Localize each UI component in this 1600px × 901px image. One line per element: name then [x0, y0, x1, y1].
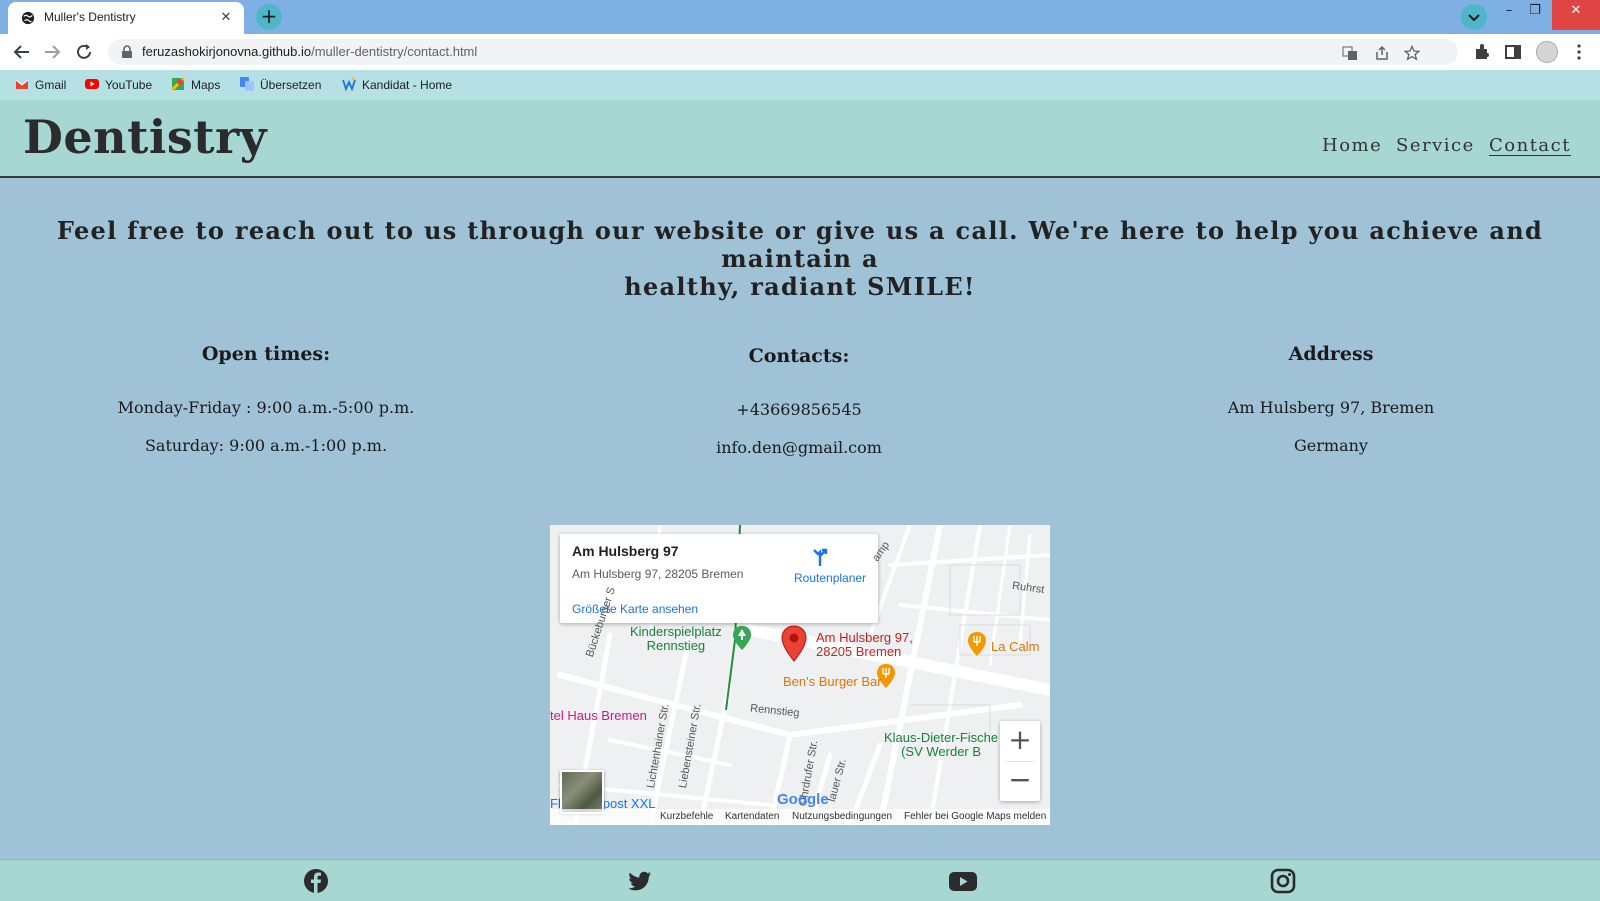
maps-icon [171, 77, 185, 91]
gmail-icon [15, 79, 29, 89]
url-path: /muller-dentistry/contact.html [311, 44, 478, 59]
extensions-icon[interactable] [1473, 43, 1491, 61]
bookmark-label: Maps [191, 78, 221, 92]
larger-map-link[interactable]: Größere Karte ansehen [572, 602, 698, 616]
open-times-heading: Open times: [201, 343, 331, 365]
browser-tab[interactable]: Muller's Dentistry ✕ [8, 2, 244, 34]
keyboard-shortcuts-link[interactable]: Kurzbefehle [660, 811, 713, 822]
contacts-section: Contacts: +43669856545 info.den@gmail.co… [569, 345, 1029, 457]
url-host: feruzashokirjonovna.github.io [142, 44, 312, 59]
new-tab-button[interactable]: + [256, 4, 282, 30]
intro-text: Feel free to reach out to us through our… [40, 217, 1560, 301]
site-logo[interactable]: Dentistry [23, 110, 267, 164]
youtube-icon [85, 79, 99, 89]
poi-hotel[interactable]: tel Haus Bremen [550, 709, 647, 723]
tab-title: Muller's Dentistry [44, 10, 136, 24]
address-section: Address Am Hulsberg 97, Bremen Germany [1101, 343, 1561, 455]
embedded-map[interactable]: Am Hulsberg 97 Am Hulsberg 97, 28205 Bre… [550, 525, 1050, 825]
address-bar[interactable]: feruzashokirjonovna.github.io/muller-den… [108, 39, 1458, 65]
side-panel-icon[interactable] [1504, 43, 1522, 61]
bookmark-label: Kandidat - Home [362, 78, 453, 92]
poi-cafe[interactable]: La Calm [991, 640, 1039, 654]
bookmark-label: Gmail [35, 78, 67, 92]
back-icon[interactable] [10, 40, 34, 64]
translate-icon[interactable] [1342, 45, 1358, 61]
browser-tab-strip: Muller's Dentistry ✕ + – ❐ ✕ [0, 0, 1600, 34]
nav-service[interactable]: Service [1396, 135, 1475, 156]
reload-icon[interactable] [72, 40, 96, 64]
chevron-down-icon [1468, 14, 1480, 22]
open-times-saturday: Saturday: 9:00 a.m.-1:00 p.m. [144, 436, 388, 455]
address-heading: Address [1288, 343, 1374, 365]
google-logo: Google [777, 791, 829, 808]
tab-close-icon[interactable]: ✕ [216, 8, 236, 28]
translate-icon [240, 77, 254, 91]
map-place-name: Am Hulsberg 97 [572, 543, 679, 559]
bookmark-youtube[interactable]: YouTube [85, 76, 152, 94]
bookmark-gmail[interactable]: Gmail [15, 76, 66, 94]
site-header: Dentistry Home Service Contact [0, 100, 1600, 178]
poi-playground-line-1: Kinderspielplatz [630, 624, 722, 639]
intro-line-1: Feel free to reach out to us through our… [56, 216, 1544, 273]
menu-kebab-icon[interactable] [1570, 43, 1588, 61]
directions-label[interactable]: Routenplaner [794, 571, 866, 585]
lock-icon[interactable] [120, 45, 134, 59]
zoom-out-button[interactable]: − [1000, 761, 1040, 801]
bookmark-label: YouTube [105, 78, 153, 92]
share-icon[interactable] [1374, 45, 1390, 61]
map-data-link[interactable]: Kartendaten [725, 811, 780, 822]
bookmarks-bar: Gmail YouTube Maps Übersetzen Kandidat -… [0, 70, 1600, 100]
bookmark-label: Übersetzen [260, 78, 322, 92]
profile-avatar[interactable] [1536, 41, 1558, 63]
report-error-link[interactable]: Fehler bei Google Maps melden [904, 811, 1046, 822]
open-times-section: Open times: Monday-Friday : 9:00 a.m.-5:… [36, 343, 496, 455]
address-country: Germany [1294, 436, 1368, 455]
cafe-icon [968, 632, 986, 656]
close-window-button[interactable]: ✕ [1552, 0, 1600, 30]
contacts-heading: Contacts: [748, 345, 850, 367]
nav-home[interactable]: Home [1322, 135, 1382, 156]
poi-playground[interactable]: Kinderspielplatz Rennstieg [630, 625, 722, 653]
poi-burger-bar[interactable]: Ben's Burger Bar [783, 675, 882, 689]
forward-icon[interactable] [40, 40, 64, 64]
address-street: Am Hulsberg 97, Bremen [1227, 398, 1435, 417]
open-times-weekdays: Monday-Friday : 9:00 a.m.-5:00 p.m. [117, 398, 415, 417]
map-place-address: Am Hulsberg 97, 28205 Bremen [572, 567, 744, 581]
satellite-toggle[interactable] [560, 770, 604, 814]
bookmark-maps[interactable]: Maps [171, 76, 220, 94]
map-marker-icon[interactable] [780, 625, 808, 663]
directions-icon[interactable] [810, 548, 830, 568]
poi-club-line-2: (SV Werder B [901, 744, 982, 759]
zoom-in-button[interactable]: + [1000, 721, 1040, 761]
marker-label: Am Hulsberg 97, 28205 Bremen [816, 631, 913, 659]
bookmark-kandidat[interactable]: Kandidat - Home [342, 76, 452, 94]
intro-line-2: healthy, radiant SMILE! [624, 272, 976, 301]
browser-toolbar: feruzashokirjonovna.github.io/muller-den… [0, 34, 1600, 70]
youtube-icon[interactable] [948, 868, 978, 894]
map-zoom-controls: + − [1000, 721, 1040, 801]
marker-label-line-2: 28205 Bremen [816, 644, 902, 659]
twitter-icon[interactable] [627, 868, 653, 894]
poi-playground-line-2: Rennstieg [646, 638, 706, 653]
nav-contact[interactable]: Contact [1489, 135, 1571, 156]
contact-phone[interactable]: +43669856545 [569, 400, 1029, 419]
park-icon [733, 626, 751, 650]
terms-link[interactable]: Nutzungsbedingungen [792, 811, 892, 822]
facebook-icon[interactable] [303, 868, 329, 894]
contact-email[interactable]: info.den@gmail.com [569, 438, 1029, 457]
poi-club-line-1: Klaus-Dieter-Fische [884, 730, 999, 745]
map-attribution: Kurzbefehle Kartendaten Nutzungsbedingun… [550, 809, 1050, 825]
tab-search-button[interactable] [1461, 4, 1487, 30]
instagram-icon[interactable] [1270, 868, 1296, 894]
bookmark-star-icon[interactable] [1404, 45, 1420, 61]
w-logo-icon [342, 77, 356, 91]
poi-club[interactable]: Klaus-Dieter-Fische (SV Werder B [884, 731, 998, 759]
site-footer [0, 859, 1600, 901]
globe-icon [21, 11, 35, 25]
marker-label-line-1: Am Hulsberg 97, [816, 630, 913, 645]
bookmark-translate[interactable]: Übersetzen [240, 76, 321, 94]
url-text: feruzashokirjonovna.github.io/muller-den… [142, 44, 477, 59]
